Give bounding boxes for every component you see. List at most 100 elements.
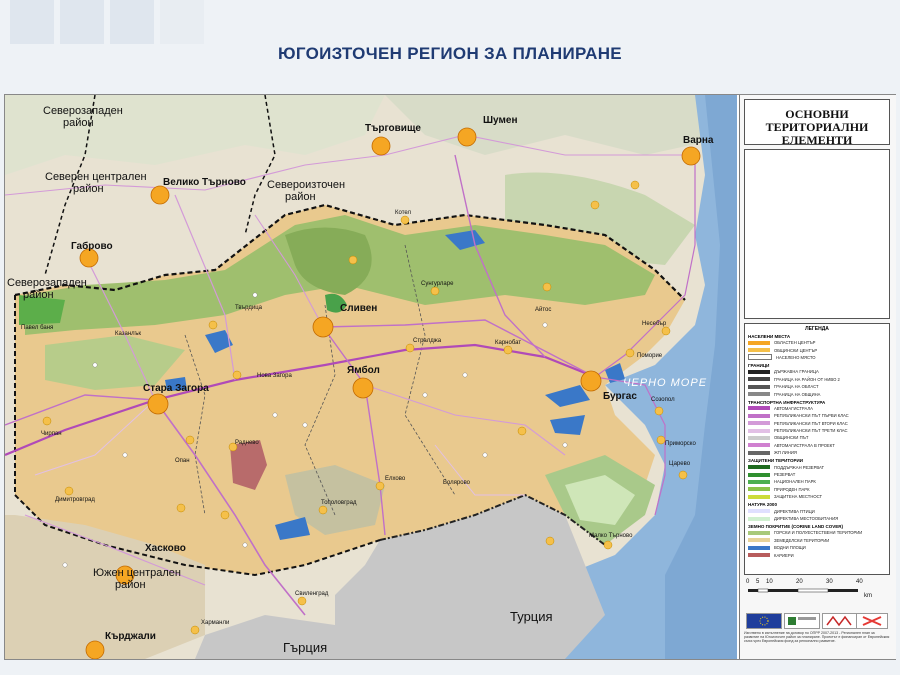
legend-item-label: НАЦИОНАЛЕН ПАРК (774, 479, 816, 485)
region-label: район (23, 289, 54, 301)
town-label: Свиленград (295, 591, 329, 597)
legend-swatch (748, 384, 770, 389)
legend-swatch (748, 545, 770, 550)
town-label: Царево (669, 461, 691, 467)
town-label: Созопол (651, 397, 675, 403)
legend-item-label: КАРИЕРИ (774, 552, 794, 558)
legend-item-label: АВТОМАГИСТРАЛА В ПРОЕКТ (774, 442, 835, 448)
legend-item: ГРАНИЦА НА ОБЛАСТ (748, 383, 889, 390)
town-label: Чирпан (41, 431, 62, 437)
legend-item-label: НАСЕЛЕНО МЯСТО (776, 354, 816, 360)
legend-swatch (748, 487, 770, 492)
city-label: Стара Загора (143, 383, 209, 394)
legend-item: ОБЛАСТЕН ЦЕНТЪР (748, 339, 889, 346)
program-logo-icon (784, 613, 820, 629)
legend-item: ГРАНИЦА НА ОБЩИНА (748, 390, 889, 397)
map-frame: Северозападен район Северен централен ра… (4, 94, 896, 660)
legend-swatch (748, 413, 770, 418)
legend-item-label: ОБЩИНСКИ ЦЕНТЪР (774, 347, 818, 353)
legend-item: АВТОМАГИСТРАЛА (748, 405, 889, 412)
scale-tick-label: 0 (746, 579, 750, 585)
region-label: район (63, 117, 94, 129)
legend-item-label: ГОРСКИ И ПОЛУЕСТЕСТВЕНИ ТЕРИТОРИИ (774, 530, 863, 536)
legend-item: ГОРСКИ И ПОЛУЕСТЕСТВЕНИ ТЕРИТОРИИ (748, 529, 889, 536)
legend-swatch (748, 443, 770, 448)
legend-item: НАСЕЛЕНО МЯСТО (748, 354, 889, 361)
city-label: Габрово (71, 241, 113, 252)
legend-title: ОСНОВНИ ТЕРИТОРИАЛНИ ЕЛЕМЕНТИ (745, 100, 889, 147)
legend-item-label: ПРИРОДЕН ПАРК (774, 486, 810, 492)
legend-swatch (748, 421, 770, 426)
town-label: Стралджа (413, 338, 442, 344)
town-label: Карнобат (495, 340, 522, 346)
legend-item: ДЪРЖАВНА ГРАНИЦА (748, 368, 889, 375)
header-tile (110, 0, 154, 44)
legend-swatch (748, 392, 770, 397)
header-tile (160, 0, 204, 44)
legend-swatch (748, 450, 770, 455)
country-label: Гърция (283, 640, 328, 655)
legend-swatch (748, 553, 770, 558)
city-label: Варна (683, 135, 714, 146)
region-label: Северозападен (7, 277, 87, 289)
legend-title-line: ЕЛЕМЕНТИ (781, 133, 853, 147)
town-label: Поморие (637, 353, 663, 359)
town-label: Болярово (443, 480, 471, 486)
town-label: Айтос (535, 307, 552, 313)
legend-title-box: ОСНОВНИ ТЕРИТОРИАЛНИ ЕЛЕМЕНТИ (744, 99, 890, 147)
legend-item: РЕПУБЛИКАНСКИ ПЪТ ТРЕТИ КЛАС (748, 427, 889, 434)
legend-swatch (748, 428, 770, 433)
legend-item: ГРАНИЦА НА РАЙОН ОТ НИВО 2 (748, 376, 889, 383)
region-label: район (285, 191, 316, 203)
legend-item: РЕЗЕРВАТ (748, 471, 889, 478)
city-label: Търговище (365, 123, 421, 134)
legend-item-label: ДИРЕКТИВА ПТИЦИ (774, 508, 815, 514)
legend-swatch (748, 465, 770, 470)
legend-item-label: ГРАНИЦА НА РАЙОН ОТ НИВО 2 (774, 376, 840, 382)
legend-item-label: ОБЩИНСКИ ПЪТ (774, 435, 809, 441)
legend-item-label: ЖП ЛИНИЯ (774, 450, 797, 456)
legend-swatch (748, 354, 772, 361)
legend-item: РЕПУБЛИКАНСКИ ПЪТ ВТОРИ КЛАС (748, 420, 889, 427)
legend-swatch (748, 406, 770, 411)
city-label: Шумен (483, 115, 518, 126)
legend-swatch (748, 472, 770, 477)
legend-swatch (748, 369, 770, 374)
legend-item: ВОДНИ ПЛОЩИ (748, 544, 889, 551)
legend-item-label: АВТОМАГИСТРАЛА (774, 405, 813, 411)
legend-item-label: ОБЛАСТЕН ЦЕНТЪР (774, 340, 816, 346)
region-label: Северозападен (43, 105, 123, 117)
legend-swatch (748, 377, 770, 382)
legend-item: КАРИЕРИ (748, 551, 889, 558)
town-label: Несебър (642, 321, 667, 327)
legend-item: ОБЩИНСКИ ПЪТ (748, 434, 889, 441)
logos-strip: Изготвено в изпълнение на договор по ОПР… (744, 611, 890, 655)
town-label: Приморско (665, 441, 696, 447)
legend-item: ПРИРОДЕН ПАРК (748, 486, 889, 493)
partner-logo-icon (856, 613, 888, 629)
legend-item-label: ЗАЩИТЕНА МЕСТНОСТ (774, 494, 823, 500)
oprr-logo-icon (822, 613, 858, 629)
region-label: Североизточен (267, 179, 346, 191)
city-label: Сливен (340, 303, 378, 314)
legend-swatch (748, 509, 770, 514)
map-canvas[interactable]: Северозападен район Северен централен ра… (5, 95, 737, 659)
legend-item-label: ПОДДЪРЖАН РЕЗЕРВАТ (774, 464, 825, 470)
region-label: район (73, 183, 104, 195)
legend-item: НАЦИОНАЛЕН ПАРК (748, 478, 889, 485)
legend-swatch (748, 348, 770, 353)
scale-tick-label: 20 (796, 579, 803, 585)
legend-swatch (748, 530, 770, 535)
sea-label: ЧЕРНО МОРЕ (623, 377, 708, 389)
legend-swatch (748, 538, 770, 543)
town-label: Тополовград (321, 500, 357, 506)
legend-box: ЛЕГЕНДА НАСЕЛЕНИ МЕСТА ОБЛАСТЕН ЦЕНТЪР ОБЩ… (744, 323, 890, 575)
scale-bar: 0 5 10 20 30 40 km (744, 579, 890, 607)
legend-swatch (748, 494, 770, 499)
legend-item-label: ВОДНИ ПЛОЩИ (774, 545, 806, 551)
legend-item-label: РЕПУБЛИКАНСКИ ПЪТ ВТОРИ КЛАС (774, 420, 848, 426)
legend-item-label: ДИРЕКТИВА МЕСТООБИТАНИЯ (774, 516, 839, 521)
scale-tick-label: 40 (856, 579, 863, 585)
legend-item: ЗЕМЕДЕЛСКИ ТЕРИТОРИИ (748, 537, 889, 544)
legend-swatch (748, 340, 770, 345)
